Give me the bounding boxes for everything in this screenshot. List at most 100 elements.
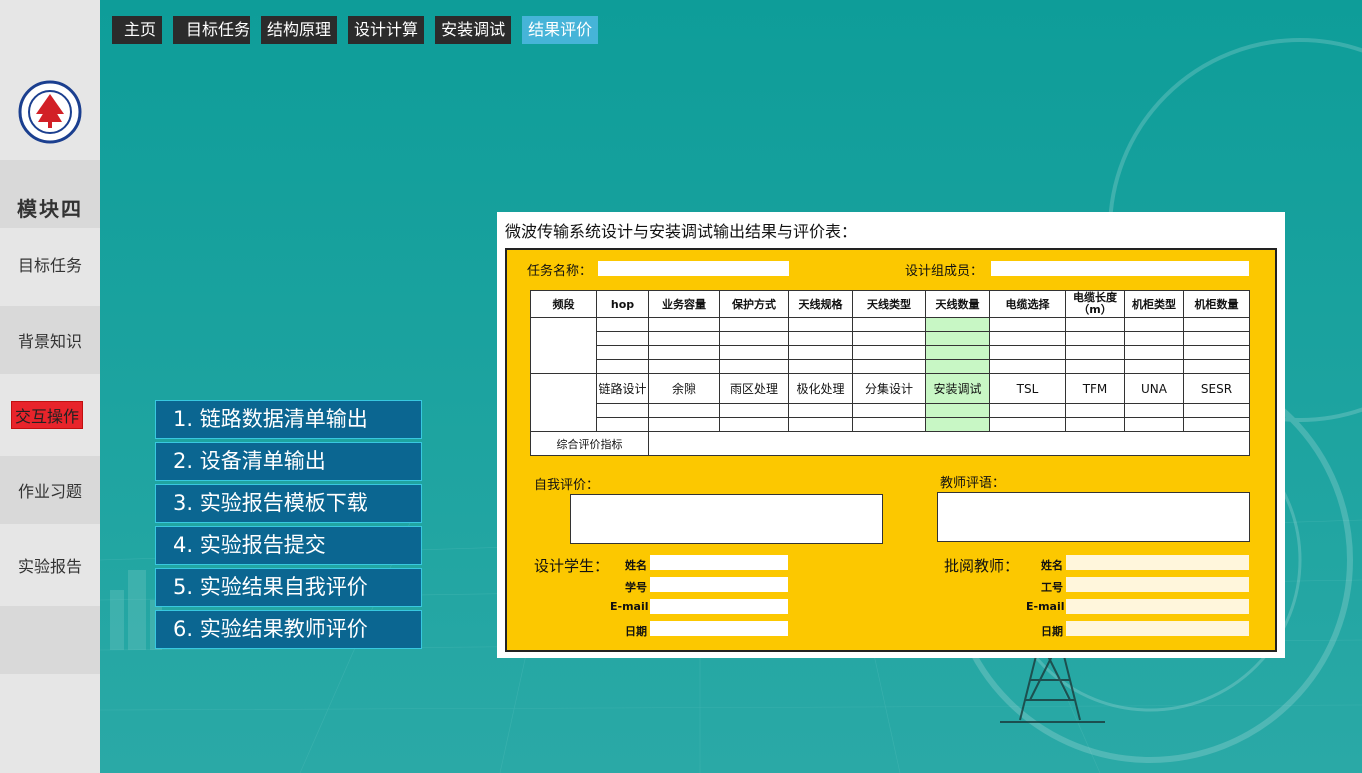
table-cell[interactable] (596, 331, 649, 346)
table-cell[interactable] (1124, 403, 1184, 418)
table-cell[interactable] (989, 331, 1066, 346)
table-cell[interactable] (989, 317, 1066, 332)
table-cell[interactable] (719, 403, 789, 418)
table-cell[interactable] (648, 345, 720, 360)
table-cell[interactable] (530, 317, 597, 374)
table-cell[interactable] (1065, 403, 1125, 418)
table-cell[interactable] (648, 331, 720, 346)
table-cell[interactable] (925, 317, 990, 332)
sidebar-item-label: 背景知识 (17, 332, 82, 351)
table-cell[interactable] (1183, 345, 1250, 360)
table-cell[interactable] (1124, 331, 1184, 346)
task-name-label: 任务名称： (527, 264, 593, 279)
table-cell[interactable] (648, 403, 720, 418)
table-cell[interactable] (1065, 359, 1125, 374)
table-cell[interactable] (925, 331, 990, 346)
student-date-input[interactable] (650, 621, 788, 636)
tab-structure[interactable]: 结构原理 (261, 16, 338, 44)
table-cell[interactable] (1124, 359, 1184, 374)
tab-home[interactable]: 主页 (112, 16, 163, 44)
self-evaluation-button[interactable]: 5. 实验结果自我评价 (155, 568, 422, 607)
sidebar-item-background[interactable]: 背景知识 (0, 306, 100, 374)
table-cell[interactable] (1065, 345, 1125, 360)
table-cell[interactable] (852, 317, 926, 332)
table-cell[interactable] (596, 345, 649, 360)
self-eval-textarea[interactable] (570, 494, 883, 544)
table-cell[interactable] (530, 373, 597, 432)
table-cell[interactable] (989, 345, 1066, 360)
sidebar-item-goal-task[interactable]: 目标任务 (0, 230, 100, 298)
table-cell[interactable] (1183, 359, 1250, 374)
table-cell[interactable] (648, 359, 720, 374)
table-cell[interactable] (788, 317, 853, 332)
teacher-comment-label: 教师评语： (940, 476, 1006, 491)
table-cell[interactable] (788, 331, 853, 346)
table-cell[interactable] (852, 345, 926, 360)
teacher-evaluation-button[interactable]: 6. 实验结果教师评价 (155, 610, 422, 649)
student-id-input[interactable] (650, 577, 788, 592)
table-cell[interactable] (1183, 331, 1250, 346)
table-cell[interactable] (852, 359, 926, 374)
table-cell[interactable] (1065, 417, 1125, 432)
table-cell[interactable] (1183, 317, 1250, 332)
tab-design-calc[interactable]: 设计计算 (348, 16, 425, 44)
university-logo (18, 80, 82, 144)
table-cell[interactable] (1124, 417, 1184, 432)
table-cell[interactable] (648, 417, 720, 432)
equipment-list-export-button[interactable]: 2. 设备清单输出 (155, 442, 422, 481)
table-cell[interactable] (925, 359, 990, 374)
table-cell[interactable] (852, 403, 926, 418)
link-data-export-button[interactable]: 1. 链路数据清单输出 (155, 400, 422, 439)
teacher-comment-textarea[interactable] (937, 492, 1250, 542)
table-cell[interactable] (1065, 317, 1125, 332)
table-cell[interactable] (596, 417, 649, 432)
table-cell[interactable] (648, 317, 720, 332)
student-id-label: 学号 (625, 581, 647, 594)
table-cell[interactable] (719, 359, 789, 374)
header-cable-length: 电缆长度（m） (1065, 290, 1125, 318)
table-cell[interactable] (1065, 331, 1125, 346)
table-cell[interactable] (719, 331, 789, 346)
row2-rain-zone: 雨区处理 (719, 373, 789, 404)
table-cell[interactable] (852, 331, 926, 346)
table-cell[interactable] (788, 359, 853, 374)
tab-result-eval[interactable]: 结果评价 (522, 16, 599, 44)
student-email-input[interactable] (650, 599, 788, 614)
teacher-id-input[interactable] (1066, 577, 1249, 592)
summary-cell[interactable] (648, 431, 1250, 456)
table-cell[interactable] (989, 359, 1066, 374)
table-cell[interactable] (1124, 317, 1184, 332)
sidebar-item-lab-report[interactable]: 实验报告 (0, 531, 100, 599)
student-name-input[interactable] (650, 555, 788, 570)
report-template-download-button[interactable]: 3. 实验报告模板下载 (155, 484, 422, 523)
table-cell[interactable] (788, 403, 853, 418)
table-cell[interactable] (596, 403, 649, 418)
table-cell[interactable] (925, 345, 990, 360)
table-cell[interactable] (1183, 403, 1250, 418)
table-cell[interactable] (596, 359, 649, 374)
table-cell[interactable] (925, 403, 990, 418)
table-cell[interactable] (989, 417, 1066, 432)
tab-install-debug[interactable]: 安装调试 (435, 16, 512, 44)
tab-goal-task[interactable]: 目标任务 (173, 16, 251, 44)
table-cell[interactable] (719, 417, 789, 432)
table-cell[interactable] (1124, 345, 1184, 360)
report-submit-button[interactable]: 4. 实验报告提交 (155, 526, 422, 565)
panel-title: 微波传输系统设计与安装调试输出结果与评价表： (505, 222, 858, 241)
table-cell[interactable] (788, 345, 853, 360)
teacher-email-input[interactable] (1066, 599, 1249, 614)
task-name-input[interactable] (598, 261, 789, 276)
table-cell[interactable] (852, 417, 926, 432)
table-cell[interactable] (596, 317, 649, 332)
table-cell[interactable] (925, 417, 990, 432)
sidebar-item-interactive[interactable]: 交互操作 (0, 381, 100, 449)
table-cell[interactable] (719, 317, 789, 332)
sidebar-item-homework[interactable]: 作业习题 (0, 456, 100, 524)
teacher-date-input[interactable] (1066, 621, 1249, 636)
table-cell[interactable] (719, 345, 789, 360)
table-cell[interactable] (788, 417, 853, 432)
teacher-name-input[interactable] (1066, 555, 1249, 570)
table-cell[interactable] (989, 403, 1066, 418)
team-members-input[interactable] (991, 261, 1249, 276)
table-cell[interactable] (1183, 417, 1250, 432)
